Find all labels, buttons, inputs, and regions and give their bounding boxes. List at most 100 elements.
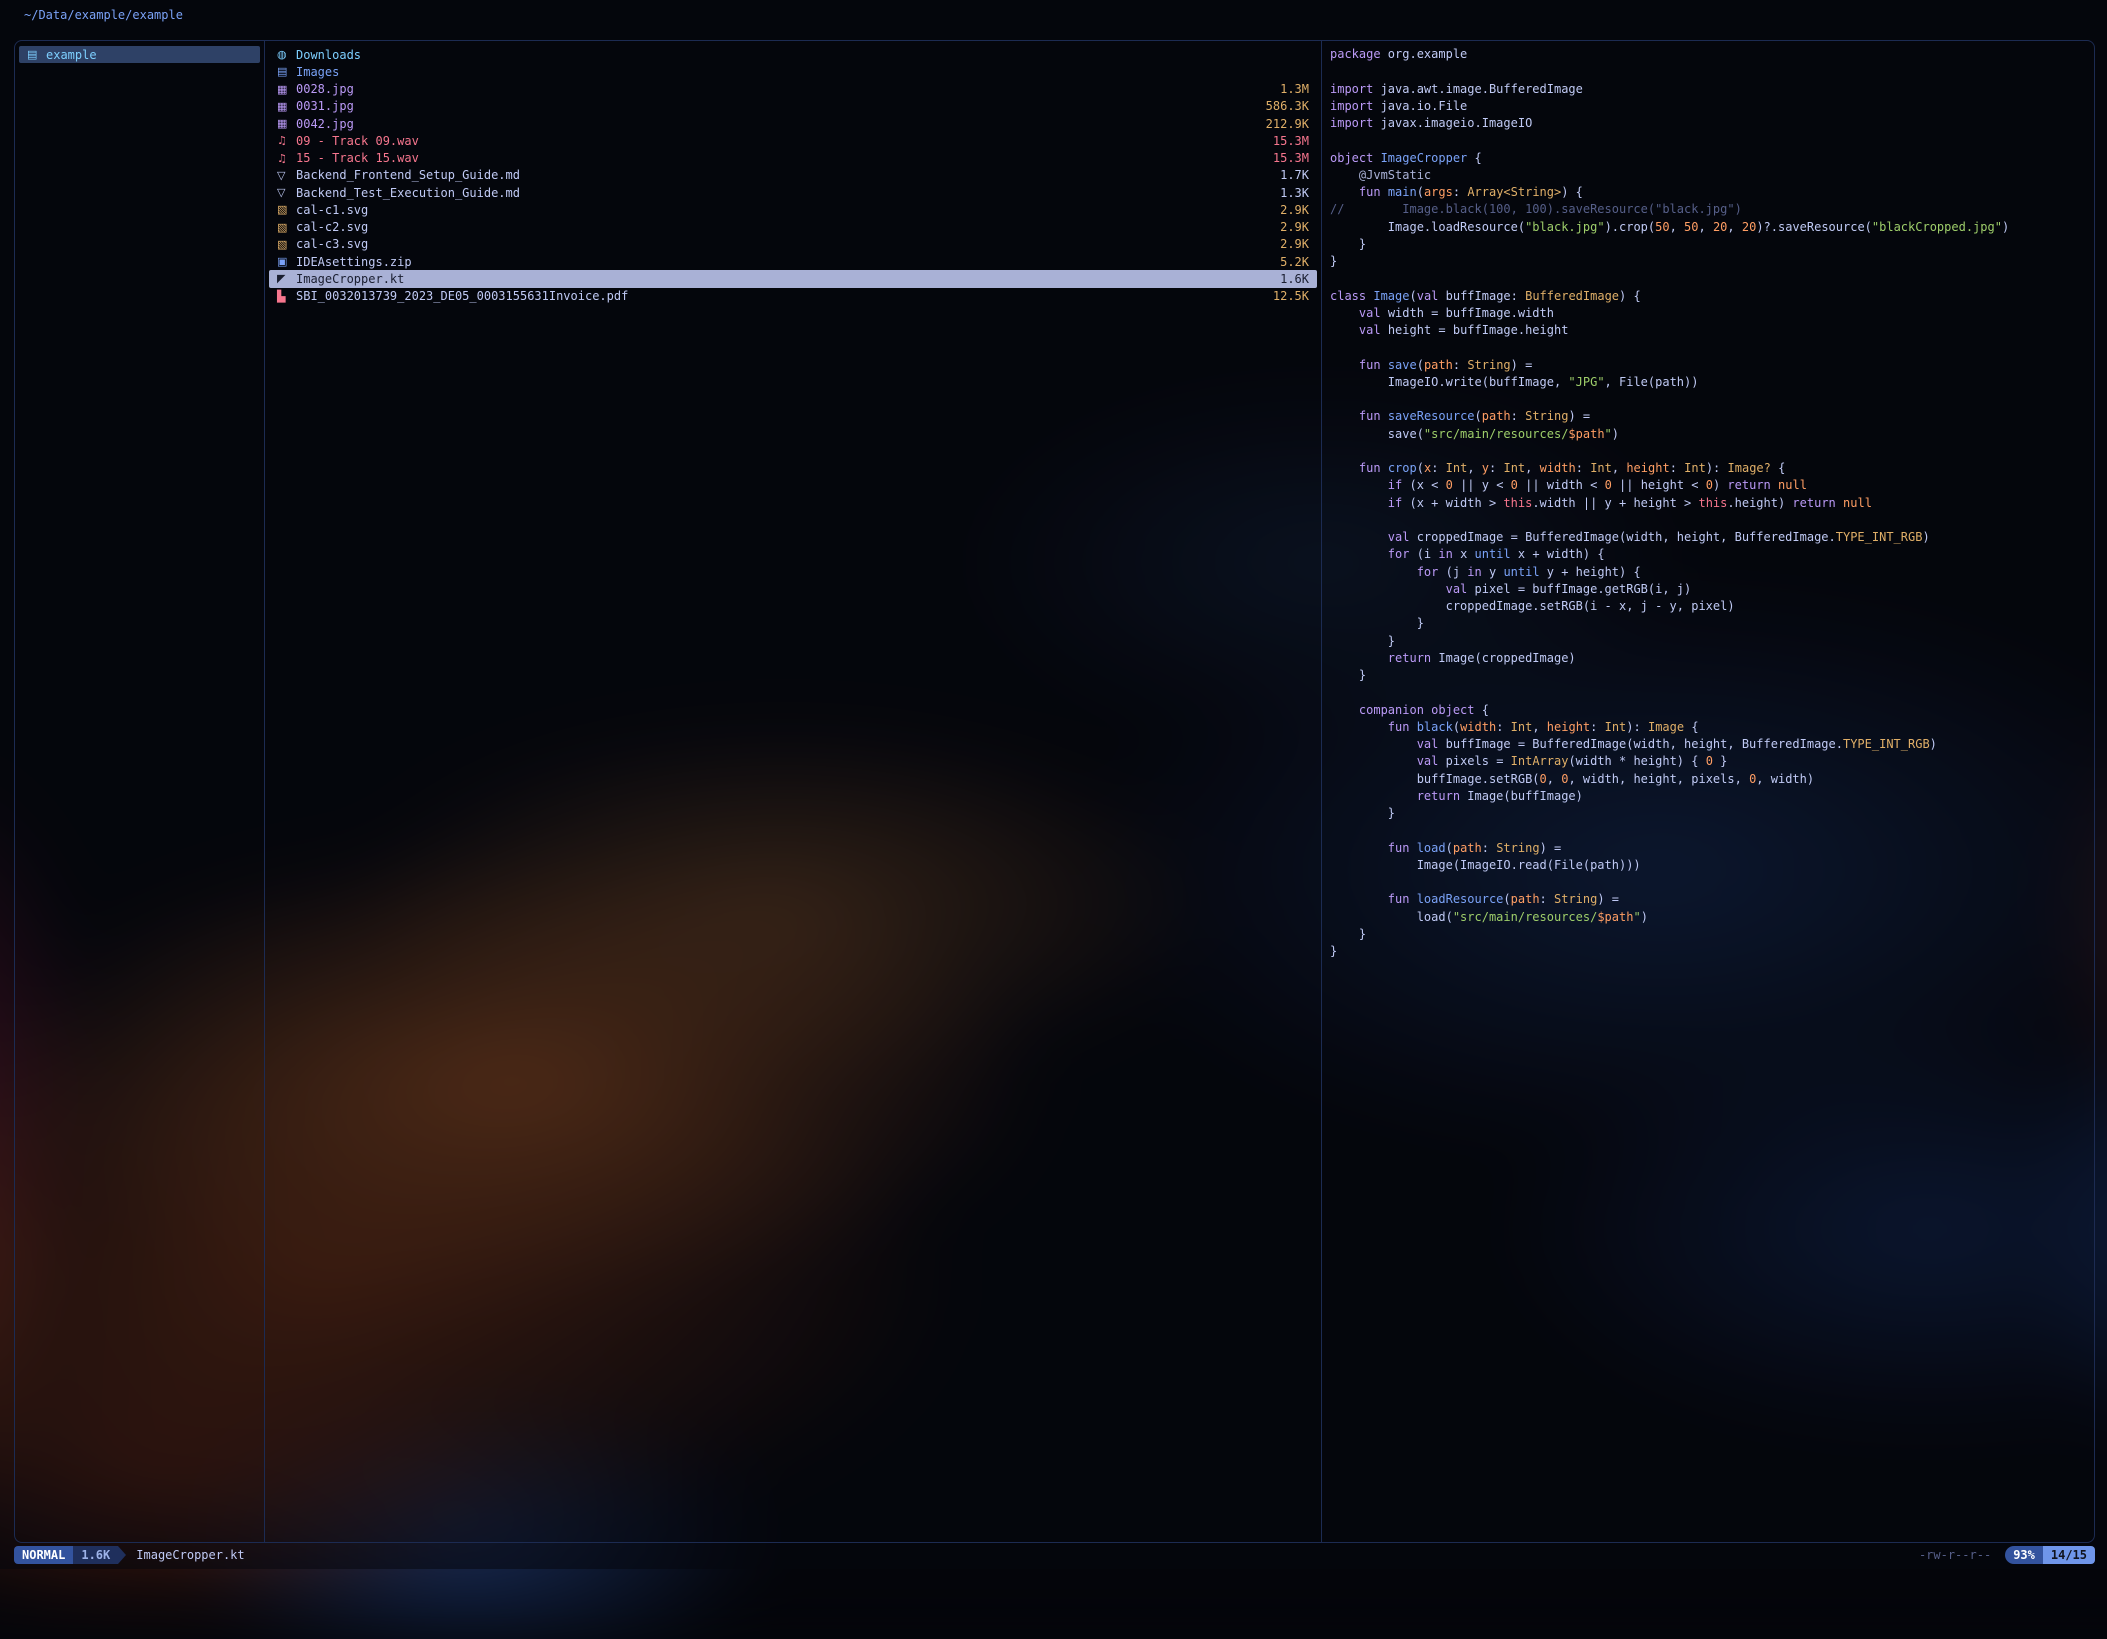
- file-row[interactable]: ▙SBI_0032013739_2023_DE05_0003155631Invo…: [269, 288, 1317, 305]
- file-size: 15.3M: [1261, 134, 1309, 148]
- file-name: Backend_Frontend_Setup_Guide.md: [296, 168, 520, 182]
- file-name: 0031.jpg: [296, 99, 354, 113]
- file-preview-pane[interactable]: package org.example import java.awt.imag…: [1322, 41, 2094, 1542]
- file-size: 2.9K: [1268, 220, 1309, 234]
- file-name: Images: [296, 65, 339, 79]
- kotlin-icon: ◤: [277, 272, 294, 285]
- file-row[interactable]: ▣IDEAsettings.zip5.2K: [269, 253, 1317, 270]
- file-row[interactable]: ▦0031.jpg586.3K: [269, 98, 1317, 115]
- vector-icon: ▧: [277, 221, 294, 234]
- file-name: 0042.jpg: [296, 117, 354, 131]
- file-row[interactable]: ▤Images: [269, 63, 1317, 80]
- code-line: for (i in x until x + width) {: [1330, 546, 2094, 563]
- markdown-icon: ▽: [277, 169, 294, 182]
- code-line: fun saveResource(path: String) =: [1330, 408, 2094, 425]
- code-line: }: [1330, 633, 2094, 650]
- code-line: val pixels = IntArray(width * height) { …: [1330, 753, 2094, 770]
- file-size: 5.2K: [1268, 255, 1309, 269]
- current-path-title: ~/Data/example/example: [24, 8, 183, 22]
- code-line: fun crop(x: Int, y: Int, width: Int, hei…: [1330, 460, 2094, 477]
- file-size: 2.9K: [1268, 203, 1309, 217]
- file-size: 1.3M: [1268, 82, 1309, 96]
- file-name: Downloads: [296, 48, 361, 62]
- code-line: load("src/main/resources/$path"): [1330, 909, 2094, 926]
- code-line: return Image(buffImage): [1330, 788, 2094, 805]
- parent-directory-list: ▤example: [15, 41, 264, 63]
- file-row[interactable]: ♫15 - Track 15.wav15.3M: [269, 150, 1317, 167]
- code-line: [1330, 684, 2094, 701]
- parent-directory-pane[interactable]: ▤example: [15, 41, 265, 1542]
- code-line: import java.io.File: [1330, 98, 2094, 115]
- code-line: [1330, 874, 2094, 891]
- code-line: Image(ImageIO.read(File(path))): [1330, 857, 2094, 874]
- code-line: fun save(path: String) =: [1330, 357, 2094, 374]
- file-row[interactable]: ▽Backend_Frontend_Setup_Guide.md1.7K: [269, 167, 1317, 184]
- file-list: ◍Downloads▤Images▦0028.jpg1.3M▦0031.jpg5…: [265, 41, 1321, 305]
- code-line: [1330, 822, 2094, 839]
- file-size: 212.9K: [1254, 117, 1309, 131]
- yazi-file-manager: ▤example ◍Downloads▤Images▦0028.jpg1.3M▦…: [14, 40, 2095, 1543]
- image-icon: ▦: [277, 117, 294, 130]
- scroll-percent-badge: 93%: [2005, 1546, 2043, 1564]
- file-row[interactable]: ▧cal-c3.svg 2.9K: [269, 236, 1317, 253]
- parent-directory-item[interactable]: ▤example: [19, 46, 260, 63]
- file-name: 0028.jpg: [296, 82, 354, 96]
- code-line: [1330, 512, 2094, 529]
- folder-icon: ▤: [277, 65, 294, 78]
- code-line: val height = buffImage.height: [1330, 322, 2094, 339]
- directory-name: example: [46, 48, 97, 62]
- code-line: import java.awt.image.BufferedImage: [1330, 81, 2094, 98]
- file-name: cal-c3.svg: [296, 237, 368, 251]
- pdf-icon: ▙: [277, 290, 294, 303]
- mode-indicator: NORMAL: [14, 1546, 73, 1564]
- file-size: 2.9K: [1268, 237, 1309, 251]
- archive-icon: ▣: [277, 255, 294, 268]
- file-name: cal-c1.svg: [296, 203, 368, 217]
- code-line: Image.loadResource("black.jpg").crop(50,…: [1330, 219, 2094, 236]
- code-line: }: [1330, 805, 2094, 822]
- code-line: fun black(width: Int, height: Int): Imag…: [1330, 719, 2094, 736]
- code-line: [1330, 443, 2094, 460]
- file-row[interactable]: ▧cal-c2.svg2.9K: [269, 219, 1317, 236]
- image-icon: ▦: [277, 83, 294, 96]
- cursor-position-badge: 14/15: [2043, 1546, 2095, 1564]
- code-line: @JvmStatic: [1330, 167, 2094, 184]
- code-line: return Image(croppedImage): [1330, 650, 2094, 667]
- file-name: 15 - Track 15.wav: [296, 151, 419, 165]
- file-row[interactable]: ◍Downloads: [269, 46, 1317, 63]
- downloads-icon: ◍: [277, 48, 294, 61]
- code-line: fun loadResource(path: String) =: [1330, 891, 2094, 908]
- status-filename: ImageCropper.kt: [136, 1548, 244, 1562]
- file-name: 09 - Track 09.wav: [296, 134, 419, 148]
- code-line: fun load(path: String) =: [1330, 840, 2094, 857]
- markdown-icon: ▽: [277, 186, 294, 199]
- code-line: }: [1330, 943, 2094, 960]
- file-row[interactable]: ◤ImageCropper.kt1.6K: [269, 270, 1317, 287]
- file-size: 1.3K: [1268, 186, 1309, 200]
- file-row[interactable]: ▦0028.jpg 1.3M: [269, 81, 1317, 98]
- audio-icon: ♫: [277, 152, 294, 165]
- audio-icon: ♫: [277, 134, 294, 147]
- file-size: 1.6K: [1268, 272, 1309, 286]
- code-line: [1330, 339, 2094, 356]
- file-row[interactable]: ▽Backend_Test_Execution_Guide.md1.3K: [269, 184, 1317, 201]
- code-line: }: [1330, 236, 2094, 253]
- file-row[interactable]: ▦0042.jpg 212.9K: [269, 115, 1317, 132]
- code-line: for (j in y until y + height) {: [1330, 564, 2094, 581]
- vector-icon: ▧: [277, 238, 294, 251]
- code-line: }: [1330, 253, 2094, 270]
- file-row[interactable]: ▧cal-c1.svg2.9K: [269, 201, 1317, 218]
- file-row[interactable]: ♫09 - Track 09.wav 15.3M: [269, 132, 1317, 149]
- file-size-badge: 1.6K: [73, 1546, 118, 1564]
- code-line: companion object {: [1330, 702, 2094, 719]
- code-line: [1330, 132, 2094, 149]
- code-line: class Image(val buffImage: BufferedImage…: [1330, 288, 2094, 305]
- code-line: save("src/main/resources/$path"): [1330, 426, 2094, 443]
- current-directory-pane[interactable]: ◍Downloads▤Images▦0028.jpg1.3M▦0031.jpg5…: [265, 41, 1322, 1542]
- status-bar-left: NORMAL 1.6K ImageCropper.kt: [14, 1545, 245, 1565]
- image-icon: ▦: [277, 100, 294, 113]
- code-line: }: [1330, 926, 2094, 943]
- code-line: val croppedImage = BufferedImage(width, …: [1330, 529, 2094, 546]
- code-line: buffImage.setRGB(0, 0, width, height, pi…: [1330, 771, 2094, 788]
- code-line: [1330, 391, 2094, 408]
